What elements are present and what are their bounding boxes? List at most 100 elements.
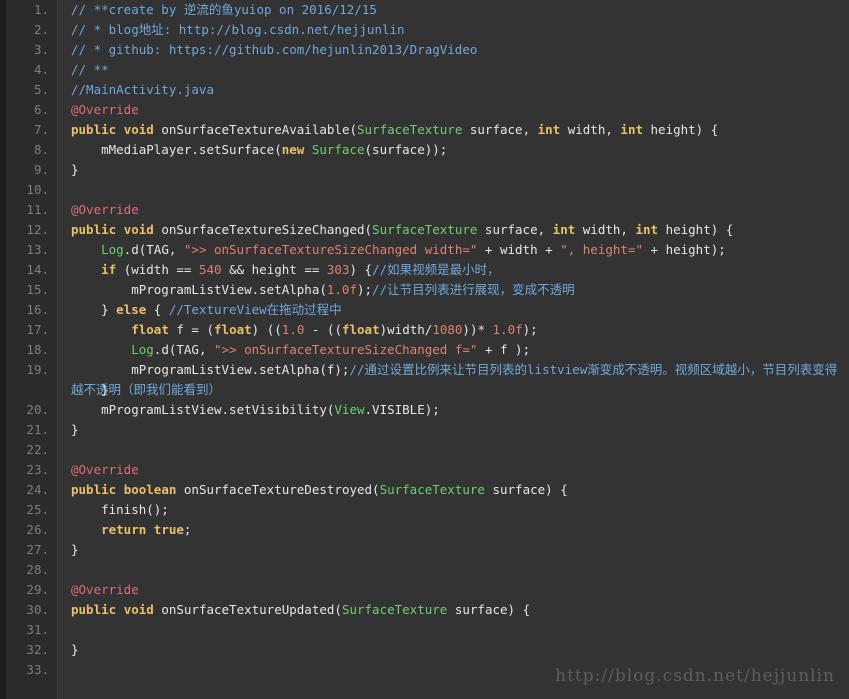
token-comment: //MainActivity.java (71, 82, 214, 97)
token-plain: } (71, 542, 79, 557)
token-keyword: new (281, 142, 305, 157)
code-line[interactable]: } (71, 420, 849, 440)
code-line[interactable]: float f = (float) ((1.0 - ((float)width/… (71, 320, 849, 340)
line-number: 17. (26, 322, 49, 337)
token-plain: onSurfaceTextureAvailable( (153, 122, 357, 137)
code-line[interactable]: Log.d(TAG, ">> onSurfaceTextureSizeChang… (71, 340, 849, 360)
token-keyword: float (341, 322, 380, 337)
code-line[interactable]: mMediaPlayer.setSurface(new Surface(surf… (71, 140, 849, 160)
token-plain: onSurfaceTextureDestroyed( (176, 482, 380, 497)
line-number: 12. (26, 222, 49, 237)
token-number: 1080 (432, 322, 463, 337)
token-number: 303 (326, 262, 350, 277)
token-comment: //如果视频是最小时， (372, 262, 500, 277)
token-number: 540 (198, 262, 222, 277)
code-line[interactable]: public void onSurfaceTextureUpdated(Surf… (71, 600, 849, 620)
token-plain: height) { (658, 222, 734, 237)
token-comment: // * github: https://github.com/hejunlin… (71, 42, 478, 57)
token-plain: ) { (349, 262, 373, 277)
code-line[interactable]: @Override (71, 580, 849, 600)
code-line[interactable]: public boolean onSurfaceTextureDestroyed… (71, 480, 849, 500)
token-plain: ))* (462, 322, 493, 337)
line-number: 29. (26, 582, 49, 597)
token-string: ">> onSurfaceTextureSizeChanged width=" (183, 242, 478, 257)
code-line[interactable]: } (71, 540, 849, 560)
token-plain: ; (183, 522, 192, 537)
code-line[interactable]: // ** (71, 60, 849, 80)
token-keyword: public (71, 602, 117, 617)
token-keyword: float (214, 322, 252, 337)
token-plain: ); (356, 282, 373, 297)
token-number: 1.0 (281, 322, 305, 337)
token-plain: ); (522, 322, 538, 337)
token-plain: surface, (477, 222, 553, 237)
token-keyword: int (537, 122, 561, 137)
line-number: 24. (26, 482, 49, 497)
code-viewer: 1. 2. 3. 4. 5. 6. 7. 8. 9. 10. 11. 12. 13. 14. 15. 16. 1… (0, 0, 849, 699)
token-keyword: true (153, 522, 184, 537)
token-plain: + width + (477, 242, 561, 257)
token-number: 1.0f (326, 282, 357, 297)
code-line[interactable]: return true; (71, 520, 849, 540)
token-plain: width, (575, 222, 636, 237)
code-line[interactable] (71, 440, 849, 460)
token-plain: mProgramListView.setAlpha( (71, 282, 327, 297)
token-plain: (width == (116, 262, 199, 277)
code-line[interactable]: // * github: https://github.com/hejunlin… (71, 40, 849, 60)
token-keyword: void (123, 222, 154, 237)
code-line[interactable]: } (71, 160, 849, 180)
token-anno: @Override (71, 582, 139, 597)
line-number: 6. (33, 102, 49, 117)
token-type: Log (131, 342, 154, 357)
token-keyword: int (552, 222, 576, 237)
code-line[interactable]: @Override (71, 200, 849, 220)
code-line[interactable]: mProgramListView.setAlpha(f);//通过设置比例来让节… (71, 360, 849, 397)
code-line[interactable]: } (71, 640, 849, 660)
line-number: 13. (26, 242, 49, 257)
code-content-area[interactable]: // **create by 逆流的鱼yuiop on 2016/12/15 //… (59, 0, 849, 699)
line-number: 20. (26, 402, 49, 417)
code-line[interactable]: // **create by 逆流的鱼yuiop on 2016/12/15 (71, 0, 849, 20)
token-comment: // **create by 逆流的鱼yuiop on 2016/12/15 (71, 2, 377, 17)
window-frame-strip (0, 0, 6, 699)
code-line[interactable]: } else { //TextureView在拖动过程中 (71, 300, 849, 320)
token-plain: f = ( (168, 322, 215, 337)
token-plain: - (( (304, 322, 342, 337)
code-line[interactable] (71, 620, 849, 640)
token-type: SurfaceTexture (372, 222, 478, 237)
line-number: 7. (33, 122, 49, 137)
code-line[interactable] (71, 180, 849, 200)
code-line[interactable]: if (width == 540 && height == 303) {//如果… (71, 260, 849, 280)
token-plain: && height == (221, 262, 327, 277)
line-number: 10. (26, 182, 49, 197)
code-line[interactable]: @Override (71, 460, 849, 480)
line-number-wrap-spacer: . (6, 380, 57, 400)
line-number: 16. (26, 302, 49, 317)
code-line[interactable]: // * blog地址: http://blog.csdn.net/hejjun… (71, 20, 849, 40)
code-line[interactable]: //MainActivity.java (71, 80, 849, 100)
token-plain: )width/ (379, 322, 433, 337)
line-number: 8. (33, 142, 49, 157)
code-line[interactable] (71, 560, 849, 580)
code-line[interactable]: finish(); (71, 500, 849, 520)
line-number: 2. (33, 22, 49, 37)
token-plain: surface) { (447, 602, 531, 617)
code-line[interactable]: mProgramListView.setVisibility(View.VISI… (71, 400, 849, 420)
token-plain: } (71, 302, 117, 317)
code-line[interactable]: @Override (71, 100, 849, 120)
token-keyword: int (635, 222, 659, 237)
token-type: SurfaceTexture (379, 482, 485, 497)
code-line[interactable]: Log.d(TAG, ">> onSurfaceTextureSizeChang… (71, 240, 849, 260)
token-plain: onSurfaceTextureSizeChanged( (153, 222, 373, 237)
line-number: 22. (26, 442, 49, 457)
token-string: ", height=" (560, 242, 643, 257)
code-line[interactable]: mProgramListView.setAlpha(1.0f);//让节目列表进… (71, 280, 849, 300)
code-line[interactable]: public void onSurfaceTextureAvailable(Su… (71, 120, 849, 140)
code-line[interactable]: public void onSurfaceTextureSizeChanged(… (71, 220, 849, 240)
